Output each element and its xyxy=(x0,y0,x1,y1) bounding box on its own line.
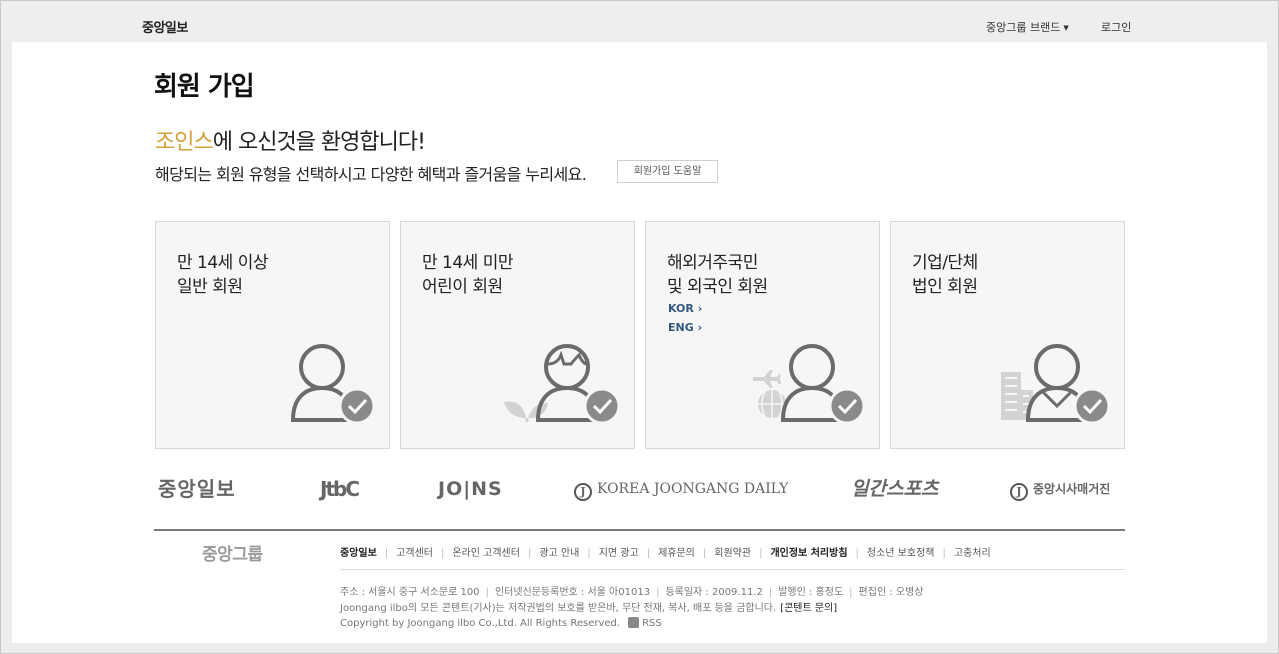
footer-link[interactable]: 회원약관 xyxy=(714,548,751,559)
airplane-icon xyxy=(753,370,781,388)
welcome-heading: 조인스에 오신것을 환영합니다! xyxy=(155,124,426,156)
brand-jtbc[interactable]: JtbC xyxy=(320,475,360,503)
footer-link[interactable]: 고충처리 xyxy=(954,548,991,559)
footer-copyright: Copyright by Joongang ilbo Co.,Ltd. All … xyxy=(340,617,662,629)
footer-link[interactable]: 고객센터 xyxy=(396,548,433,559)
overseas-person-icon xyxy=(753,344,866,425)
footer-link[interactable]: 온라인 고객센터 xyxy=(452,548,520,559)
page-subtitle: 해당되는 회원 유형을 선택하시고 다양한 혜택과 즐거움을 누리세요. xyxy=(155,165,587,184)
brand-mark-icon: J xyxy=(574,483,592,501)
footer-company-info: 주소 : 서울시 중구 서소문로 100 | 인터넷신문등록번호 : 서울 아010… xyxy=(340,587,924,598)
login-link[interactable]: 로그인 xyxy=(1101,19,1131,35)
brand-joongang-ilbo[interactable]: 중앙일보 xyxy=(158,475,236,503)
footer-copyright-notice: Joongang ilbo의 모든 콘텐트(기사)는 저작권법의 보호를 받은바… xyxy=(340,603,838,614)
brand-logo-row: 중앙일보 JtbC JO|NS J KOREA JOONGANG DAILY 일간… xyxy=(154,475,1124,503)
brand-korea-joongang-daily[interactable]: J KOREA JOONGANG DAILY xyxy=(574,475,788,503)
signup-help-button[interactable]: 회원가입 도움말 xyxy=(617,160,718,183)
corporate-person-icon xyxy=(1001,344,1111,425)
brand-mark-icon: J xyxy=(1010,483,1028,501)
welcome-brand: 조인스 xyxy=(155,130,214,155)
check-circle-icon xyxy=(1073,387,1111,425)
brand-joongang-sisa-magazine[interactable]: J 중앙시사매거진 xyxy=(1010,475,1110,503)
footer-link[interactable]: 중앙일보 xyxy=(340,548,377,559)
check-circle-icon xyxy=(583,387,621,425)
brand-joins[interactable]: JO|NS xyxy=(438,475,503,503)
footer-link[interactable]: 광고 안내 xyxy=(539,548,579,559)
content-inquiry-link[interactable]: [콘텐트 문의] xyxy=(780,603,837,614)
brand-menu-dropdown[interactable]: 중앙그룹 브랜드 ▼ xyxy=(986,19,1069,35)
footer-link[interactable]: 지면 광고 xyxy=(599,548,639,559)
footer-link[interactable]: 제휴문의 xyxy=(658,548,695,559)
card-child-member[interactable]: 만 14세 미만 어린이 회원 xyxy=(400,221,635,449)
child-person-icon xyxy=(504,344,621,425)
site-logo[interactable]: 중앙일보 xyxy=(142,17,188,36)
footer-divider xyxy=(154,529,1125,531)
footer-link-privacy[interactable]: 개인정보 처리방침 xyxy=(770,548,847,559)
top-bar: 중앙일보 중앙그룹 브랜드 ▼ 로그인 xyxy=(1,1,1278,42)
check-circle-icon xyxy=(828,387,866,425)
footer-inner-divider xyxy=(340,569,1125,570)
card-general-member[interactable]: 만 14세 이상 일반 회원 xyxy=(155,221,390,449)
page-title: 회원 가입 xyxy=(154,72,255,102)
caret-down-icon: ▼ xyxy=(1063,24,1069,32)
brand-ilgan-sports[interactable]: 일간스포츠 xyxy=(851,475,938,503)
welcome-text: 에 오신것을 환영합니다! xyxy=(212,130,426,155)
check-circle-icon xyxy=(338,387,376,425)
card-overseas-member[interactable]: 해외거주국민 및 외국인 회원 KOR › ENG › xyxy=(645,221,880,449)
main-content: 회원 가입 조인스에 오신것을 환영합니다! 해당되는 회원 유형을 선택하시고… xyxy=(12,42,1267,643)
rss-icon xyxy=(628,617,640,628)
brand-menu-label: 중앙그룹 브랜드 xyxy=(986,21,1061,34)
footer-link[interactable]: 청소년 보호정책 xyxy=(867,548,935,559)
card-corporate-member[interactable]: 기업/단체 법인 회원 xyxy=(890,221,1125,449)
footer-links: 중앙일보 | 고객센터 | 온라인 고객센터 | 광고 안내 | 지면 광고 | 제휴문의 | 회원약관… xyxy=(340,548,991,559)
rss-link[interactable]: RSS xyxy=(628,617,662,629)
person-icon xyxy=(290,344,376,425)
footer-brand: 중앙그룹 xyxy=(202,545,263,565)
